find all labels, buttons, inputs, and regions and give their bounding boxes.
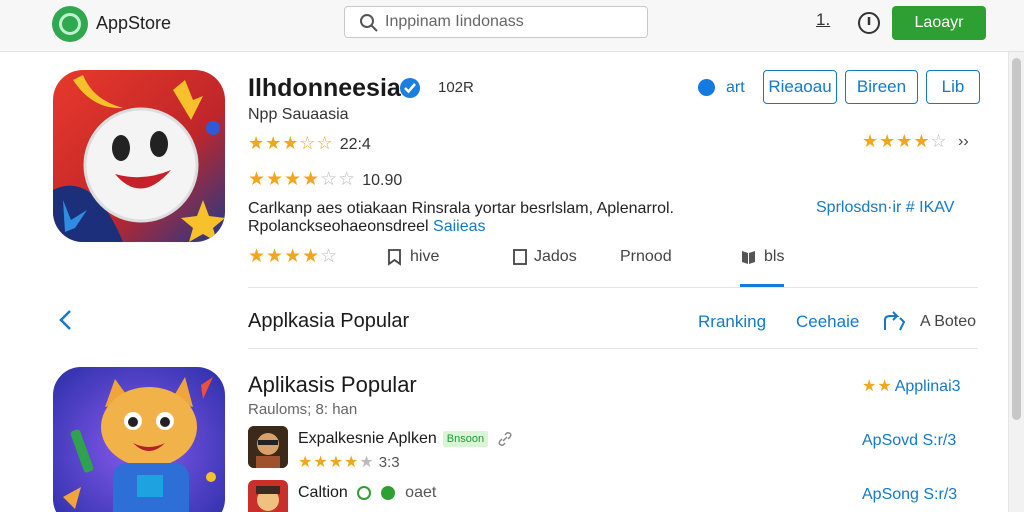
featured-right-link[interactable]: ★★ Applinai3 bbox=[862, 376, 961, 396]
featured-subtitle: Rauloms; 8: han bbox=[248, 401, 358, 418]
art-label[interactable]: art bbox=[726, 79, 745, 97]
tab-hive[interactable]: hive bbox=[386, 248, 439, 266]
tab-label: Prnood bbox=[620, 248, 672, 265]
refresh-icon[interactable] bbox=[356, 485, 372, 501]
ranking-link[interactable]: Rranking bbox=[698, 312, 766, 332]
scrollbar[interactable] bbox=[1008, 52, 1024, 512]
hero-count: 102R bbox=[438, 79, 474, 96]
scrollbar-thumb[interactable] bbox=[1012, 58, 1021, 420]
note-icon bbox=[513, 249, 527, 265]
status-badge: Bnsoon bbox=[442, 430, 489, 447]
list-item-title[interactable]: Caltion oaet bbox=[298, 484, 436, 502]
verified-badge-icon bbox=[400, 78, 420, 98]
section-title: Applkasia Popular bbox=[248, 310, 410, 332]
status-dot-icon bbox=[698, 79, 715, 96]
book-icon bbox=[742, 251, 755, 264]
top-bar: AppStore 1. Laoayr bbox=[0, 0, 1024, 52]
featured-title: Aplikasis Popular bbox=[248, 372, 417, 397]
share-icon[interactable] bbox=[882, 310, 908, 334]
featured-app-icon[interactable] bbox=[53, 367, 225, 512]
description-link[interactable]: Saiieas bbox=[433, 218, 485, 235]
cartoon-face-icon bbox=[53, 70, 225, 242]
star-rating-icon: ★★★★☆☆ bbox=[248, 169, 357, 190]
appstore-logo-icon[interactable] bbox=[52, 6, 88, 42]
right-star-rating: ★★★★☆ bbox=[862, 131, 948, 152]
rating-value: 10.90 bbox=[362, 172, 403, 189]
divider bbox=[248, 287, 978, 288]
chevron-left-icon[interactable] bbox=[56, 308, 76, 332]
action-button-2[interactable]: Bireen bbox=[845, 70, 918, 104]
hero-description-line2: Rpolanckseohaeonsdreel Saiieas bbox=[248, 218, 486, 235]
hero-right-link[interactable]: Sprlosdsn·ir # IKAV bbox=[816, 199, 954, 217]
status-dot-icon bbox=[380, 485, 395, 500]
star-rating-icon: ★★★★★ bbox=[298, 454, 375, 471]
list-item-rating: ★★★★★ 3:3 bbox=[298, 454, 400, 471]
action-button-3[interactable]: Lib bbox=[926, 70, 980, 104]
search-input[interactable] bbox=[385, 11, 635, 33]
rating-row-1: ★★★☆☆ 22:4 bbox=[248, 133, 371, 154]
hero-description-line1: Carlkanp aes otiakaan Rinsrala yortar be… bbox=[248, 200, 674, 217]
action-button-1[interactable]: Rieaoau bbox=[763, 70, 837, 104]
hero-subtitle: Npp Sauaasia bbox=[248, 106, 349, 123]
link-icon[interactable] bbox=[497, 431, 513, 447]
hero-app-icon[interactable] bbox=[53, 70, 225, 242]
about-link[interactable]: A Boteo bbox=[920, 313, 976, 331]
list-item-link[interactable]: ApSong S:r/3 bbox=[862, 486, 957, 504]
rating-row-2: ★★★★☆☆ 10.90 bbox=[248, 168, 402, 191]
hero-app-title: Ilhdonneesia · bbox=[248, 74, 417, 102]
brand-name[interactable]: AppStore bbox=[96, 13, 171, 34]
tab-bls[interactable]: bls bbox=[740, 248, 784, 266]
tab-label: Jados bbox=[534, 248, 577, 265]
star-rating-icon: ★★★★☆ bbox=[862, 131, 948, 151]
tab-label: bls bbox=[764, 248, 785, 265]
search-box[interactable] bbox=[344, 6, 648, 38]
rating-value: 22:4 bbox=[339, 136, 371, 153]
cartoon-cat-icon bbox=[53, 367, 225, 512]
portrait-icon bbox=[248, 426, 288, 468]
bookmark-icon bbox=[388, 249, 401, 266]
portrait-icon bbox=[248, 480, 288, 512]
list-item-thumbnail[interactable] bbox=[248, 480, 288, 512]
star-rating-icon: ★★★★☆ bbox=[248, 246, 339, 267]
rating-row-3: ★★★★☆ bbox=[248, 245, 338, 268]
counter-link[interactable]: 1. bbox=[816, 10, 830, 30]
search-icon bbox=[360, 14, 378, 32]
star-rating-icon: ★★ bbox=[862, 378, 893, 395]
tab-label: hive bbox=[410, 248, 440, 265]
tab-prnood[interactable]: Prnood bbox=[620, 248, 672, 266]
star-rating-icon: ★★★☆☆ bbox=[248, 133, 334, 153]
login-button[interactable]: Laoayr bbox=[892, 6, 986, 40]
category-link[interactable]: Cеehaie bbox=[796, 312, 859, 332]
info-icon[interactable] bbox=[857, 11, 881, 35]
chevron-right-icon[interactable]: ›› bbox=[958, 133, 969, 151]
list-item-link[interactable]: ApSovd S:r/3 bbox=[862, 432, 956, 450]
list-item-title[interactable]: Expalkesnie Aplken Bnsoon bbox=[298, 430, 513, 448]
divider bbox=[248, 348, 978, 349]
tab-jados[interactable]: Jados bbox=[512, 248, 577, 266]
list-item-thumbnail[interactable] bbox=[248, 426, 288, 468]
